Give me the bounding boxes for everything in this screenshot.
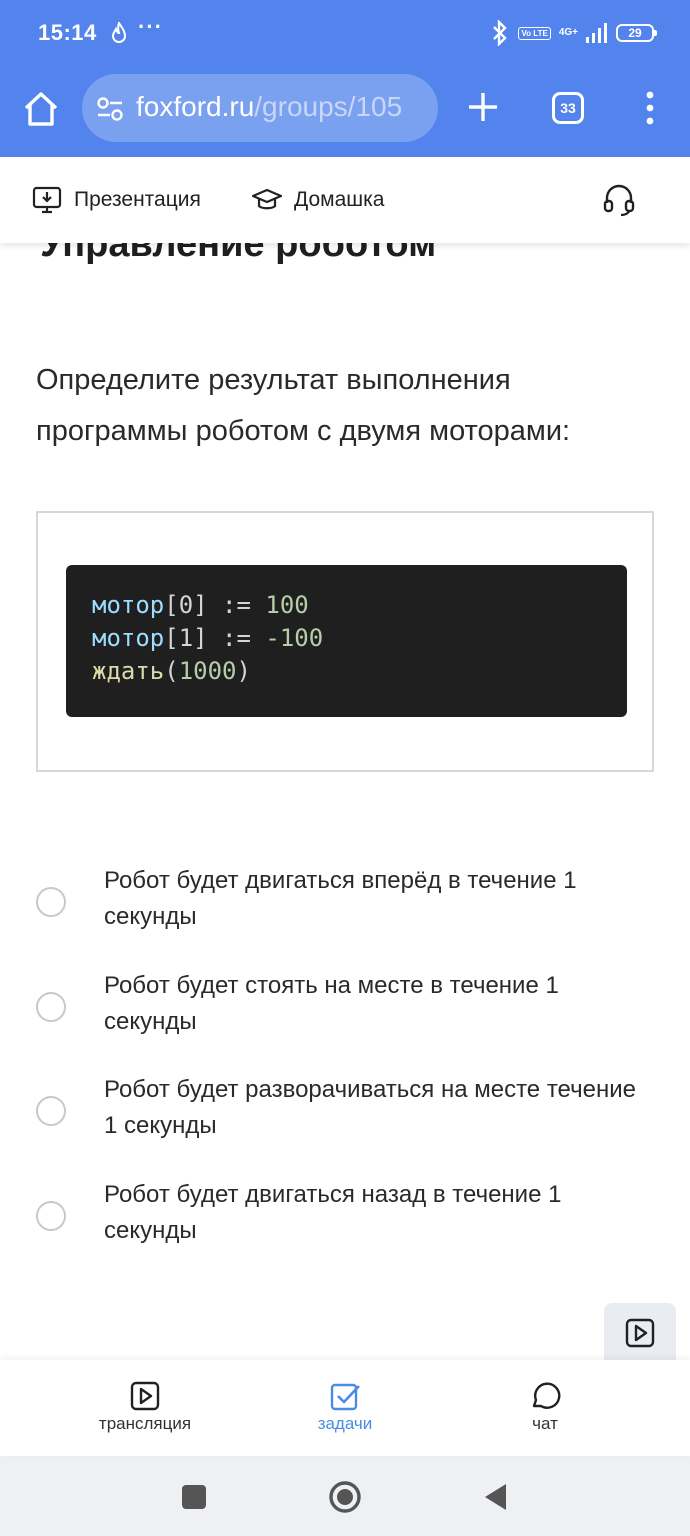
- code-token: мотор: [92, 624, 165, 652]
- recent-apps-icon[interactable]: [177, 1480, 211, 1514]
- tab-broadcast[interactable]: трансляция: [65, 1360, 225, 1456]
- browser-toolbar: foxford.ru/groups/105 33: [0, 68, 690, 157]
- code-token: мотор: [92, 591, 165, 619]
- bottom-tab-bar: трансляция задачи чат: [0, 1360, 690, 1456]
- code-token: (: [164, 657, 179, 685]
- tab-switcher-button[interactable]: 33: [552, 92, 584, 124]
- home-icon[interactable]: [22, 90, 60, 128]
- headset-icon[interactable]: [602, 183, 636, 217]
- bluetooth-icon: [493, 20, 508, 46]
- url-bar[interactable]: foxford.ru/groups/105: [82, 74, 438, 142]
- video-float-button[interactable]: [604, 1303, 676, 1360]
- code-token: :=: [207, 591, 266, 619]
- answer-option[interactable]: Робот будет разворачиваться на месте теч…: [36, 1072, 656, 1152]
- play-square-icon: [625, 1318, 655, 1348]
- code-token: [1]: [164, 624, 208, 652]
- answer-option[interactable]: Робот будет двигаться назад в течение 1 …: [36, 1177, 656, 1257]
- tab-tasks[interactable]: задачи: [265, 1360, 425, 1456]
- system-navigation-bar: [0, 1456, 690, 1536]
- tab-label: задачи: [317, 1414, 373, 1433]
- status-time: 15:14: [38, 20, 97, 45]
- code-token: 100: [265, 591, 309, 619]
- answer-option-label: Робот будет разворачиваться на месте теч…: [104, 1076, 636, 1139]
- code-token: 1000: [178, 657, 237, 685]
- back-triangle-icon[interactable]: [480, 1480, 514, 1514]
- tab-label: чат: [532, 1414, 558, 1433]
- presentation-label: Презентация: [74, 188, 201, 211]
- checkbox-icon: [330, 1383, 360, 1411]
- chat-bubble-icon: [532, 1382, 561, 1409]
- homework-label: Домашка: [294, 188, 385, 211]
- code-block: мотор[0] := 100 мотор[1] := -100 ждать(1…: [66, 565, 627, 717]
- status-bar: 15:14 ··· Vo LTE 4G+ 29: [0, 0, 690, 68]
- tab-chat[interactable]: чат: [465, 1360, 625, 1456]
- volte-badge: Vo LTE: [518, 26, 551, 40]
- code-frame: мотор[0] := 100 мотор[1] := -100 ждать(1…: [36, 511, 654, 772]
- code-token: -100: [265, 624, 324, 652]
- new-tab-plus-icon[interactable]: [466, 90, 500, 124]
- url-path: /groups/105: [254, 91, 403, 122]
- code-token: ждать: [92, 657, 165, 685]
- home-circle-icon[interactable]: [328, 1480, 362, 1514]
- task-title: Управление роботом: [40, 243, 437, 265]
- homework-button[interactable]: Домашка: [252, 181, 384, 219]
- code-token: ): [236, 657, 251, 685]
- answer-option-label: Робот будет двигаться назад в течение 1 …: [104, 1181, 562, 1244]
- answer-option-label: Робот будет двигаться вперёд в течение 1…: [104, 867, 577, 930]
- radio-button[interactable]: [36, 1201, 66, 1231]
- browser-top-bar: 15:14 ··· Vo LTE 4G+ 29 foxford.ru/group…: [0, 0, 690, 157]
- answer-option[interactable]: Робот будет двигаться вперёд в течение 1…: [36, 863, 656, 943]
- url-host: foxford.ru: [136, 91, 255, 122]
- site-settings-icon[interactable]: [96, 96, 124, 122]
- radio-button[interactable]: [36, 887, 66, 917]
- status-more-dots: ···: [138, 14, 163, 39]
- question-text: Определите результат выполнения программ…: [36, 364, 571, 447]
- task-content[interactable]: Управление роботом Определите результат …: [0, 243, 690, 1360]
- answer-option-label: Робот будет стоять на месте в течение 1 …: [104, 972, 559, 1035]
- battery-indicator: 29: [616, 24, 657, 42]
- signal-icon: [586, 23, 607, 43]
- network-type: 4G+: [558, 27, 578, 38]
- graduation-cap-icon: [252, 188, 282, 210]
- download-screen-icon: [32, 186, 62, 214]
- presentation-button[interactable]: Презентация: [32, 181, 201, 219]
- url-text[interactable]: foxford.ru/groups/105: [136, 91, 402, 123]
- radio-button[interactable]: [36, 1096, 66, 1126]
- lesson-nav: Презентация Домашка: [0, 157, 690, 243]
- flame-icon: [111, 22, 127, 43]
- code-token: [0]: [164, 591, 208, 619]
- code-token: :=: [207, 624, 266, 652]
- status-icons: Vo LTE 4G+ 29: [490, 20, 657, 46]
- answer-option[interactable]: Робот будет стоять на месте в течение 1 …: [36, 968, 656, 1048]
- kebab-menu-icon[interactable]: [640, 90, 660, 126]
- radio-button[interactable]: [36, 992, 66, 1022]
- tab-label: трансляция: [98, 1414, 192, 1433]
- play-square-icon: [130, 1381, 160, 1411]
